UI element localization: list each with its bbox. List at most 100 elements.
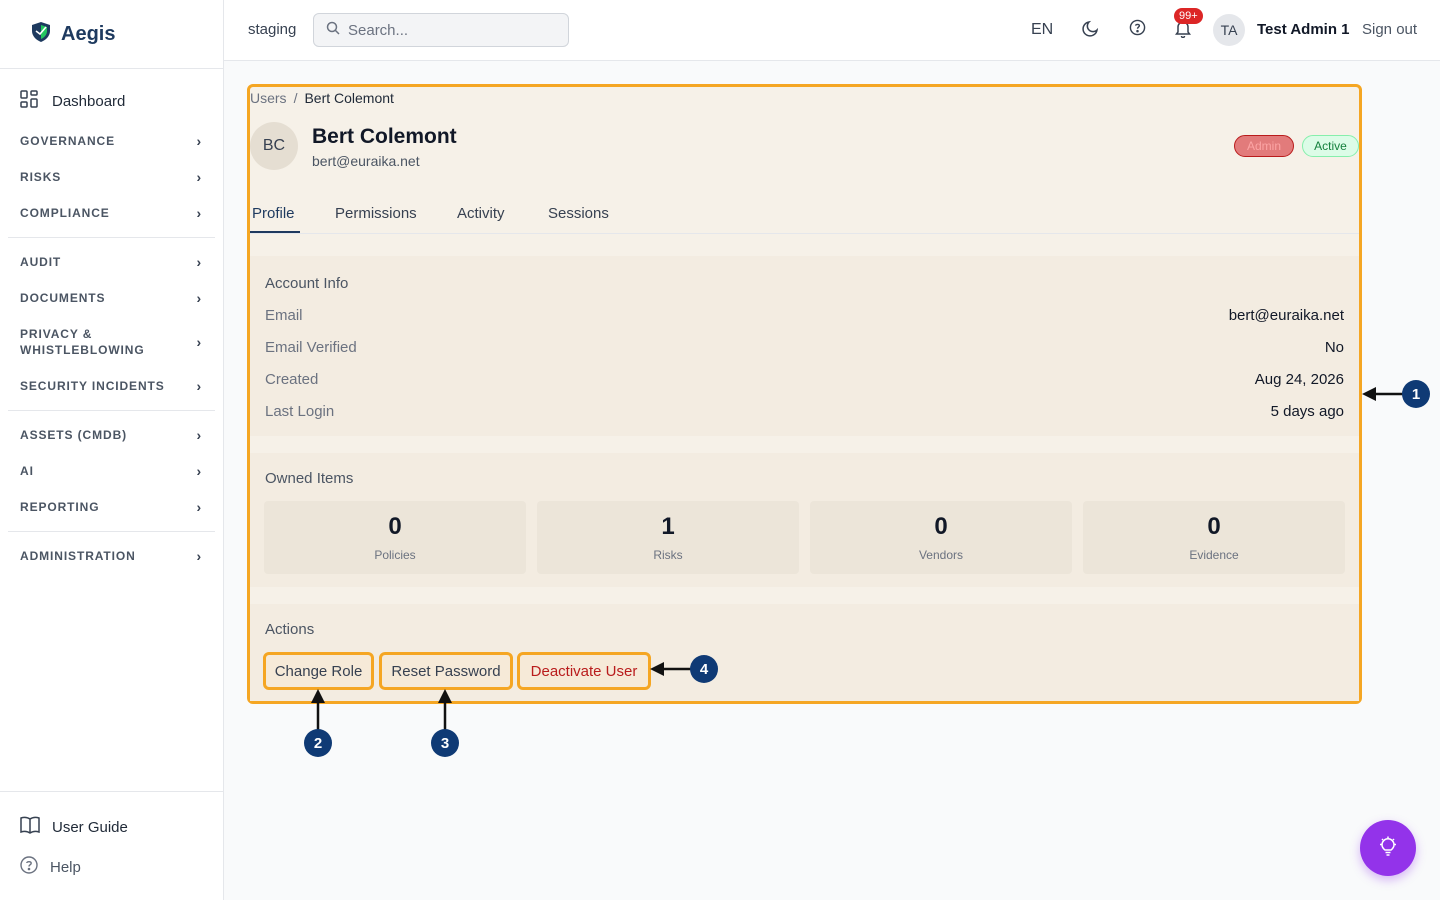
chevron-right-icon: ›	[196, 169, 202, 185]
sidebar-section-compliance[interactable]: COMPLIANCE ›	[20, 205, 202, 221]
lightbulb-icon	[1377, 835, 1399, 862]
chevron-right-icon: ›	[196, 133, 202, 149]
callout-4-arrow	[650, 662, 692, 676]
last-login-value: 5 days ago	[1270, 403, 1344, 420]
email-value: bert@euraika.net	[1228, 307, 1344, 324]
topbar: staging EN 99+ TA Test Admin 1 Sign out	[224, 0, 1440, 61]
callout-2-arrow	[311, 689, 325, 730]
brand[interactable]: Aegis	[0, 0, 223, 69]
active-tab-indicator	[250, 231, 300, 233]
actions-title: Actions	[265, 621, 315, 638]
current-user-name[interactable]: Test Admin 1	[1257, 21, 1350, 38]
sidebar-section-ai[interactable]: AI ›	[20, 463, 202, 479]
sidebar-section-label: ADMINISTRATION	[20, 549, 136, 563]
tab-sessions[interactable]: Sessions	[548, 205, 609, 222]
moon-icon[interactable]	[1082, 19, 1100, 42]
help-circle-icon	[20, 856, 38, 878]
chevron-right-icon: ›	[196, 254, 202, 270]
sidebar-section-label: COMPLIANCE	[20, 206, 110, 220]
user-avatar: BC	[250, 122, 298, 170]
sidebar-section-label: GOVERNANCE	[20, 134, 116, 148]
sidebar-divider	[8, 531, 215, 532]
deactivate-user-button[interactable]: Deactivate User	[517, 652, 651, 690]
sidebar-item-label: Dashboard	[52, 92, 126, 110]
sidebar-section-label: DOCUMENTS	[20, 291, 106, 305]
help-circle-icon[interactable]	[1129, 19, 1146, 41]
chevron-right-icon: ›	[196, 334, 202, 350]
stat-policies[interactable]: 0 Policies	[264, 501, 526, 574]
sidebar-section-audit[interactable]: AUDIT ›	[20, 254, 202, 270]
stat-value: 0	[1207, 513, 1221, 540]
chevron-right-icon: ›	[196, 463, 202, 479]
sidebar-section-governance[interactable]: GOVERNANCE ›	[20, 133, 202, 149]
callout-3-marker: 3	[431, 729, 459, 757]
user-detail-panel: Users / Bert Colemont BC Bert Colemont b…	[247, 84, 1362, 704]
sidebar-section-security-incidents[interactable]: SECURITY INCIDENTS ›	[20, 378, 202, 394]
chevron-right-icon: ›	[196, 378, 202, 394]
created-label: Created	[265, 371, 319, 388]
environment-label: staging	[248, 21, 297, 38]
search-input[interactable]	[348, 21, 548, 39]
sidebar-section-privacy[interactable]: PRIVACY & WHISTLEBLOWING ›	[20, 326, 202, 358]
owned-items-title: Owned Items	[265, 470, 354, 487]
last-login-label: Last Login	[265, 403, 335, 420]
page-title: Bert Colemont	[312, 125, 457, 148]
chevron-right-icon: ›	[196, 548, 202, 564]
tab-bar: Profile Permissions Activity Sessions	[250, 197, 1359, 234]
sidebar-section-administration[interactable]: ADMINISTRATION ›	[20, 548, 202, 564]
stat-value: 1	[661, 513, 675, 540]
stat-evidence[interactable]: 0 Evidence	[1083, 501, 1345, 574]
email-verified-label: Email Verified	[265, 339, 357, 356]
status-badge: Active	[1302, 135, 1359, 157]
sidebar-section-risks[interactable]: RISKS ›	[20, 169, 202, 185]
assistant-fab-button[interactable]	[1360, 820, 1416, 876]
sidebar-section-label: ASSETS (CMDB)	[20, 428, 128, 442]
stat-vendors[interactable]: 0 Vendors	[810, 501, 1072, 574]
chevron-right-icon: ›	[196, 427, 202, 443]
sidebar-footer	[0, 791, 223, 792]
help-link[interactable]: Help	[20, 856, 81, 878]
sidebar-item-dashboard[interactable]: Dashboard	[20, 90, 125, 112]
role-badge: Admin	[1234, 135, 1294, 157]
stat-value: 0	[934, 513, 948, 540]
account-info-card: Account Info Email bert@euraika.net Emai…	[250, 256, 1359, 436]
stat-label: Evidence	[1189, 548, 1239, 562]
change-role-button[interactable]: Change Role	[263, 652, 374, 690]
sidebar-section-label: AI	[20, 464, 34, 478]
stat-label: Policies	[374, 548, 416, 562]
brand-name: Aegis	[61, 22, 116, 45]
shield-logo-icon	[30, 21, 52, 48]
sidebar: Aegis Dashboard GOVERNANCE › RISKS › COMPL…	[0, 0, 224, 900]
notification-count-badge: 99+	[1174, 8, 1203, 24]
breadcrumb-users-link[interactable]: Users	[250, 90, 287, 106]
callout-1-arrow	[1362, 387, 1404, 401]
breadcrumb-separator: /	[293, 90, 298, 106]
user-guide-label: User Guide	[52, 818, 128, 836]
sidebar-section-reporting[interactable]: REPORTING ›	[20, 499, 202, 515]
tab-profile[interactable]: Profile	[252, 205, 295, 222]
account-info-title: Account Info	[265, 275, 349, 292]
sidebar-section-label: RISKS	[20, 170, 62, 184]
sidebar-section-assets[interactable]: ASSETS (CMDB) ›	[20, 427, 202, 443]
sidebar-divider	[8, 237, 215, 238]
user-email: bert@euraika.net	[312, 153, 420, 169]
sidebar-divider	[8, 410, 215, 411]
avatar[interactable]: TA	[1213, 14, 1245, 46]
help-label: Help	[50, 858, 81, 876]
tab-activity[interactable]: Activity	[457, 205, 505, 222]
callout-1-marker: 1	[1402, 380, 1430, 408]
sidebar-section-documents[interactable]: DOCUMENTS ›	[20, 290, 202, 306]
sign-out-link[interactable]: Sign out	[1362, 21, 1417, 38]
created-value: Aug 24, 2026	[1254, 371, 1344, 388]
breadcrumb: Users / Bert Colemont	[250, 90, 394, 106]
language-switcher[interactable]: EN	[1031, 21, 1053, 39]
sidebar-section-label: PRIVACY & WHISTLEBLOWING	[20, 327, 145, 357]
chevron-right-icon: ›	[196, 205, 202, 221]
user-guide-link[interactable]: User Guide	[20, 816, 128, 838]
sidebar-section-label: AUDIT	[20, 255, 62, 269]
callout-2-marker: 2	[304, 729, 332, 757]
stat-risks[interactable]: 1 Risks	[537, 501, 799, 574]
reset-password-button[interactable]: Reset Password	[379, 652, 513, 690]
search-box[interactable]	[313, 13, 569, 47]
tab-permissions[interactable]: Permissions	[335, 205, 417, 222]
